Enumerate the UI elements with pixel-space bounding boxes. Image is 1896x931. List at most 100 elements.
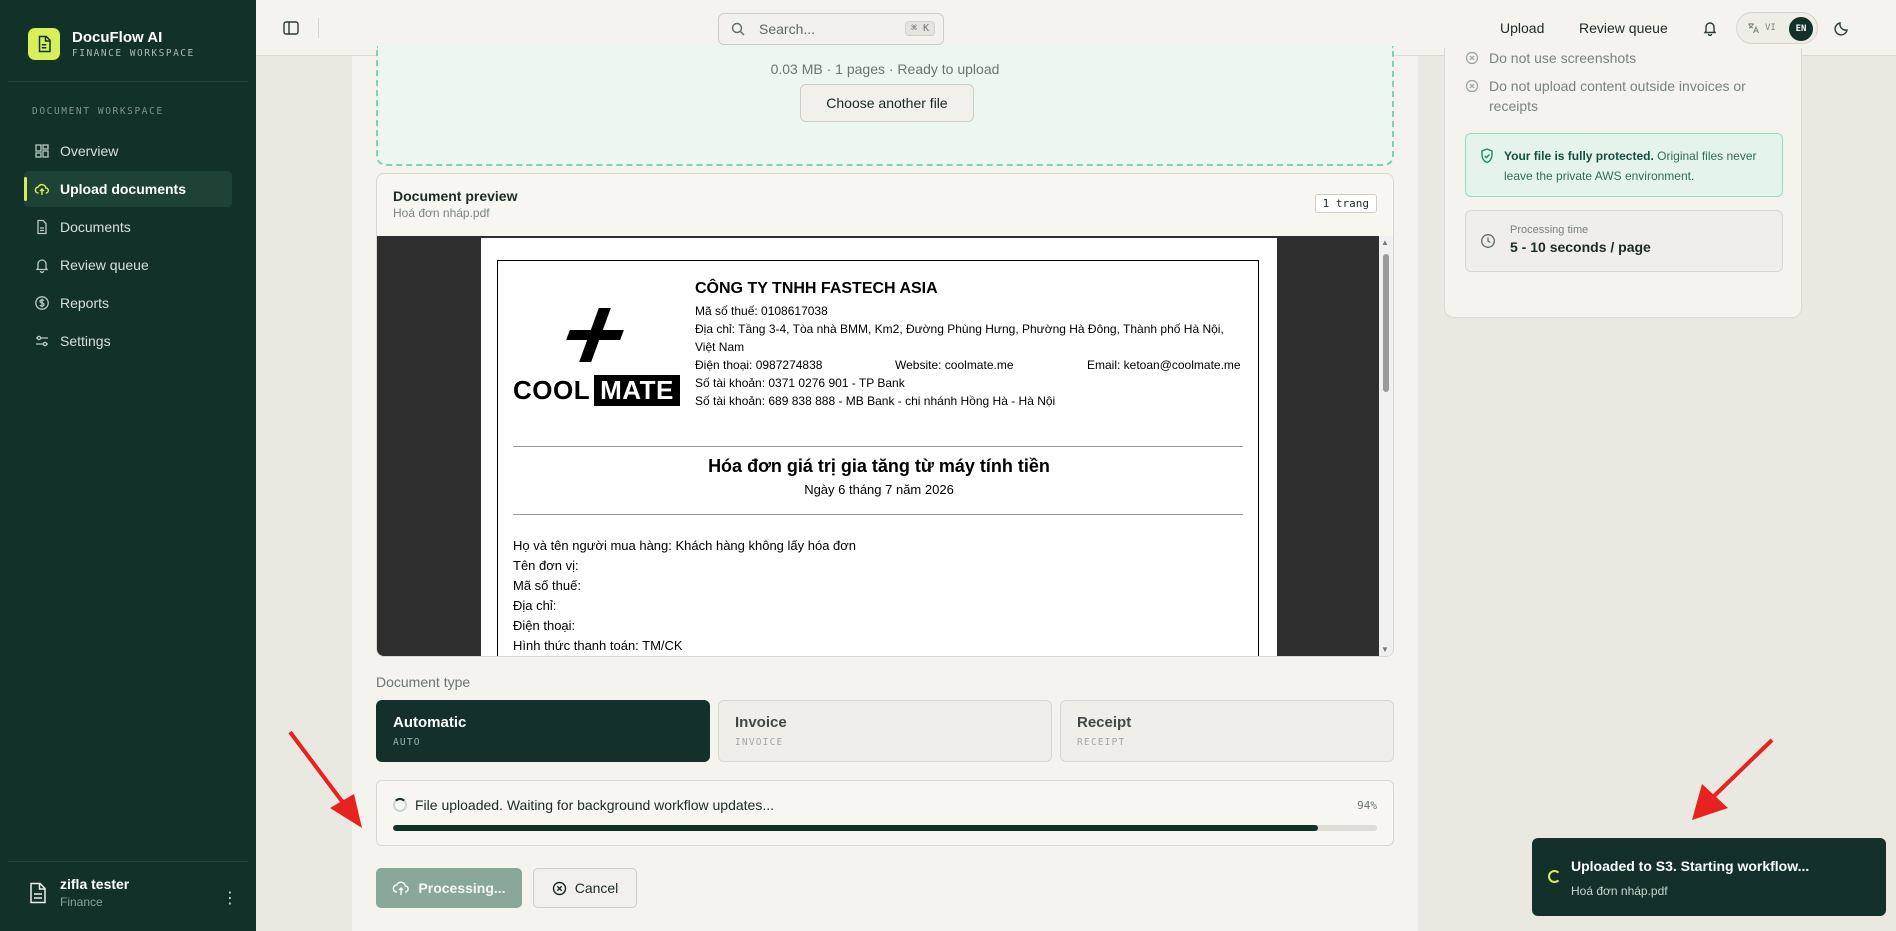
scroll-down-icon[interactable]: ▼ [1381, 645, 1389, 654]
x-circle-icon [1465, 79, 1479, 93]
sidebar-item-label: Settings [60, 333, 111, 349]
divider [8, 861, 248, 862]
spinner-icon [1548, 870, 1561, 883]
file-meta: 0.03 MB · 1 pages · Ready to upload [770, 61, 1000, 77]
processing-button[interactable]: Processing... [376, 868, 522, 908]
address: Địa chỉ: Tầng 3-4, Tòa nhà BMM, Km2, Đườ… [695, 322, 1224, 354]
doc-type-code: AUTO [393, 737, 421, 748]
shield-check-icon [1481, 148, 1493, 164]
divider [513, 446, 1243, 447]
buyer-line: Hình thức thanh toán: TM/CK [513, 638, 683, 653]
annotation-arrow-left [288, 730, 362, 828]
doc-type-receipt[interactable]: Receipt RECEIPT [1060, 700, 1394, 762]
lang-option-vi[interactable]: VI [1765, 23, 1776, 33]
sidebar-item-review-queue[interactable]: Review queue [24, 247, 232, 283]
file-icon [37, 219, 47, 235]
sidebar-item-label: Overview [60, 143, 119, 159]
logo-wordmark: COOL MATE [513, 375, 680, 406]
sidebar-item-overview[interactable]: Overview [24, 133, 232, 169]
search-placeholder: Search... [759, 21, 816, 37]
doc-type-code: RECEIPT [1077, 737, 1126, 748]
sidebar-item-label: Reports [60, 295, 110, 311]
company-info: CÔNG TY TNHH FASTECH ASIA Mã số thuế: 01… [695, 280, 1245, 410]
brand[interactable]: DocuFlow AI FINANCE WORKSPACE [28, 28, 195, 60]
buyer-line: Tên đơn vị: [513, 558, 579, 573]
brand-name: DocuFlow AI [72, 29, 163, 46]
spinner-icon [393, 798, 407, 812]
buyer-line: Địa chỉ: [513, 598, 557, 613]
bell-icon [35, 259, 49, 273]
document-preview: Document preview Hoá đơn nháp.pdf 1 tran… [376, 173, 1394, 657]
tax-code: Mã số thuế: 0108617038 [695, 304, 828, 318]
progress-track [393, 825, 1377, 831]
protection-title: Your file is fully protected. [1504, 149, 1654, 163]
review-queue-link[interactable]: Review queue [1579, 20, 1668, 36]
choose-another-file-button[interactable]: Choose another file [800, 84, 974, 122]
sidebar-item-label: Upload documents [60, 181, 187, 197]
sidebar-item-settings[interactable]: Settings [24, 323, 232, 359]
invoice-title: Hóa đơn giá trị gia tăng từ máy tính tiề… [708, 456, 1050, 476]
sidebar-item-documents[interactable]: Documents [24, 209, 232, 245]
dropzone[interactable]: 0.03 MB · 1 pages · Ready to upload Choo… [376, 46, 1394, 166]
doc-type-invoice[interactable]: Invoice INVOICE [718, 700, 1052, 762]
divider [318, 18, 319, 38]
upload-card: 0.03 MB · 1 pages · Ready to upload Choo… [352, 46, 1418, 931]
preview-title: Document preview [393, 188, 518, 204]
divider [8, 81, 248, 82]
lang-option-en[interactable]: EN [1789, 17, 1813, 41]
search-input[interactable]: Search... ⌘ K [718, 13, 944, 45]
pdf-page: COOL MATE CÔNG TY TNHH FASTECH ASIA Mã số… [481, 238, 1277, 656]
cloud-upload-icon [393, 881, 410, 895]
search-shortcut: ⌘ K [904, 21, 935, 36]
doc-type-code: INVOICE [735, 737, 784, 748]
cloud-upload-icon [34, 183, 49, 195]
upload-toast: Uploaded to S3. Starting workflow... Hoá… [1532, 838, 1886, 916]
preview-filename: Hoá đơn nháp.pdf [393, 206, 490, 220]
language-switcher[interactable]: VI EN [1736, 12, 1818, 44]
coolmate-logo: COOL MATE [513, 306, 680, 406]
guideline-text: Do not upload content outside invoices o… [1489, 78, 1746, 114]
sidebar-toggle-icon[interactable] [282, 19, 300, 37]
scroll-up-icon[interactable]: ▲ [1381, 238, 1389, 247]
company-name: CÔNG TY TNHH FASTECH ASIA [695, 280, 938, 297]
contact-row: Điện thoại: 0987274838 Website: coolmate… [695, 356, 1245, 374]
cancel-label: Cancel [574, 880, 619, 896]
grid-icon [35, 144, 49, 158]
buyer-line: Mã số thuế: [513, 578, 581, 593]
guidelines-panel: Do not use screenshots Do not upload con… [1444, 48, 1802, 318]
guideline-text: Do not use screenshots [1489, 50, 1637, 66]
upload-progress: File uploaded. Waiting for background wo… [376, 780, 1394, 846]
processing-time: Processing time 5 - 10 seconds / page [1465, 210, 1783, 272]
doc-type-automatic[interactable]: Automatic AUTO [376, 700, 710, 762]
more-vertical-icon[interactable]: ⋮ [222, 888, 238, 908]
moon-icon[interactable] [1834, 20, 1850, 36]
progress-fill [393, 825, 1318, 831]
doc-type-name: Automatic [393, 714, 467, 731]
email: Email: ketoan@coolmate.me [1087, 358, 1241, 372]
buyer-info: Họ và tên người mua hàng: Khách hàng khô… [513, 536, 856, 656]
bell-icon[interactable] [1702, 20, 1718, 36]
scrollbar-thumb[interactable] [1383, 254, 1389, 392]
processing-time-value: 5 - 10 seconds / page [1510, 239, 1651, 255]
cancel-button[interactable]: Cancel [533, 868, 637, 908]
translate-icon [1748, 23, 1759, 34]
sidebar-item-upload-documents[interactable]: Upload documents [24, 171, 232, 207]
sidebar-section-label: DOCUMENT WORKSPACE [32, 106, 164, 117]
sidebar-item-reports[interactable]: Reports [24, 285, 232, 321]
sliders-icon [36, 335, 48, 347]
invoice-date: Ngày 6 tháng 7 năm 2026 [804, 482, 954, 497]
upload-link[interactable]: Upload [1500, 20, 1544, 36]
processing-time-label: Processing time [1510, 224, 1589, 236]
sidebar-item-label: Documents [60, 219, 131, 235]
bank-account-2: Số tài khoản: 689 838 888 - MB Bank - ch… [695, 394, 1056, 408]
dollar-icon [35, 296, 49, 310]
search-icon [731, 22, 745, 36]
preview-scrollbar[interactable]: ▲ ▼ [1379, 236, 1393, 656]
user-profile[interactable]: zifla tester Finance ⋮ [28, 876, 238, 909]
user-name: zifla tester [60, 876, 130, 892]
doc-type-name: Receipt [1077, 714, 1132, 731]
pdf-viewer[interactable]: COOL MATE CÔNG TY TNHH FASTECH ASIA Mã số… [377, 236, 1381, 656]
website: Website: coolmate.me [895, 358, 1014, 372]
divider [513, 514, 1243, 515]
toast-subtitle: Hoá đơn nháp.pdf [1571, 884, 1668, 898]
